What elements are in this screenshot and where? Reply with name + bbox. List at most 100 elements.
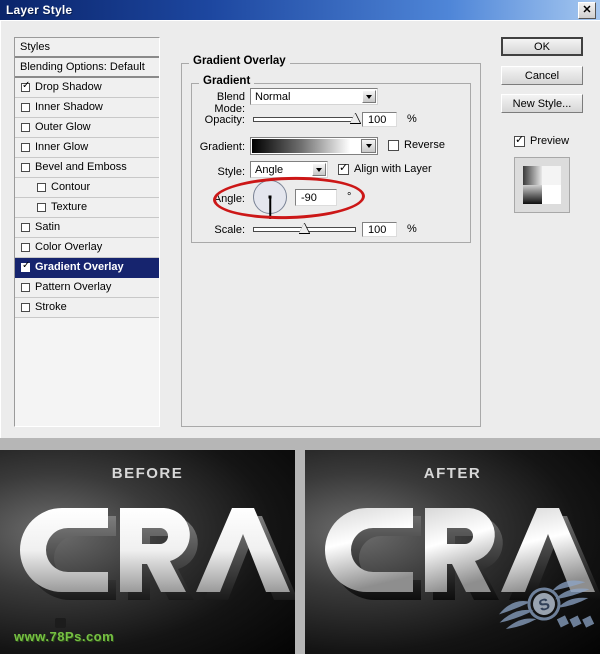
opacity-slider-track [253, 117, 356, 122]
opacity-input[interactable]: 100 [362, 112, 397, 127]
effect-label: Gradient Overlay [35, 261, 124, 273]
effect-checkbox[interactable] [21, 123, 30, 132]
style-label: Style: [217, 166, 245, 178]
effect-checkbox[interactable] [21, 81, 30, 92]
reverse-label: Reverse [404, 139, 445, 151]
site-logo-watermark-icon: S [499, 580, 595, 630]
angle-label-row: Angle: [199, 193, 245, 205]
align-with-layer-checkbox-box[interactable] [338, 162, 349, 175]
sidebar-item-drop-shadow[interactable]: Drop Shadow [15, 78, 159, 98]
ok-button[interactable]: OK [501, 37, 583, 56]
dialog-body: Styles Blending Options: Default Drop Sh… [0, 20, 600, 438]
sidebar-item-blending-options[interactable]: Blending Options: Default [15, 58, 159, 78]
sidebar-item-outer-glow[interactable]: Outer Glow [15, 118, 159, 138]
angle-input[interactable]: -90 [295, 189, 337, 206]
effect-checkbox[interactable] [21, 163, 30, 172]
effect-label: Outer Glow [35, 121, 91, 133]
effect-checkbox[interactable] [21, 243, 30, 252]
effect-checkbox[interactable] [21, 303, 30, 312]
effect-checkbox[interactable] [21, 283, 30, 292]
sidebar-item-gradient-overlay[interactable]: Gradient Overlay [15, 258, 159, 278]
layer-style-window: Layer Style ✕ Styles Blending Options: D… [0, 0, 600, 654]
chevron-down-icon[interactable] [362, 90, 376, 103]
angle-unit: ° [347, 191, 352, 203]
sidebar-item-stroke[interactable]: Stroke [15, 298, 159, 318]
gradient-label-row: Gradient: [199, 141, 245, 153]
sidebar-item-inner-shadow[interactable]: Inner Shadow [15, 98, 159, 118]
angle-dial-needle[interactable] [269, 197, 271, 219]
effect-label: Pattern Overlay [35, 281, 112, 293]
opacity-unit: % [407, 113, 417, 125]
effect-checkbox[interactable] [37, 183, 46, 192]
sidebar-item-texture[interactable]: Texture [15, 198, 159, 218]
align-with-layer-checkbox[interactable]: Align with Layer [338, 162, 432, 175]
gradient-swatch[interactable] [252, 139, 361, 153]
preview-label: Preview [530, 135, 570, 147]
sidebar-item-inner-glow[interactable]: Inner Glow [15, 138, 159, 158]
preview-thumbnail [514, 157, 570, 213]
sidebar-item-color-overlay[interactable]: Color Overlay [15, 238, 159, 258]
blend-mode-select[interactable]: Normal [250, 88, 378, 105]
sidebar-item-satin[interactable]: Satin [15, 218, 159, 238]
effect-label: Contour [51, 181, 91, 193]
effect-label: Satin [35, 221, 61, 233]
before-panel: BEFORE www.78Ps.com [0, 450, 295, 654]
scale-input[interactable]: 100 [362, 222, 397, 237]
styles-list: Styles Blending Options: Default Drop Sh… [14, 37, 160, 427]
reverse-checkbox-box[interactable] [388, 139, 399, 151]
opacity-label-row: Opacity: [199, 114, 245, 126]
style-select[interactable]: Angle [250, 161, 328, 178]
effect-checkbox[interactable] [21, 223, 30, 232]
gradient-chevron-down-icon[interactable] [361, 139, 376, 153]
scale-unit: % [407, 223, 417, 235]
effect-checkbox[interactable] [21, 143, 30, 152]
effect-label: Stroke [35, 301, 67, 313]
styles-header-label: Styles [20, 40, 50, 53]
sidebar-item-bevel-and-emboss[interactable]: Bevel and Emboss [15, 158, 159, 178]
effect-checkbox[interactable] [37, 203, 46, 212]
new-style-button[interactable]: New Style... [501, 94, 583, 113]
before-artwork [20, 508, 295, 600]
style-label-row: Style: [199, 166, 245, 178]
preview-thumbnail-image [523, 166, 561, 204]
angle-dial[interactable] [253, 180, 287, 219]
watermark-text: www.78Ps.com [14, 629, 115, 644]
reverse-checkbox[interactable]: Reverse [388, 139, 445, 151]
effect-label: Drop Shadow [35, 81, 102, 93]
after-caption: AFTER [423, 465, 482, 482]
preview-checkbox[interactable]: Preview [514, 134, 570, 147]
scale-slider[interactable] [253, 223, 356, 235]
style-chevron-down-icon[interactable] [312, 163, 326, 176]
comparison-strip: BEFORE www.78Ps.com AFTER S [0, 438, 600, 654]
scale-label: Scale: [214, 224, 245, 236]
blend-mode-value: Normal [255, 90, 291, 103]
gradient-picker[interactable] [250, 137, 378, 155]
close-icon[interactable]: ✕ [578, 1, 596, 19]
blend-mode-label-row: Blend Mode: [199, 91, 245, 115]
cancel-button[interactable]: Cancel [501, 66, 583, 85]
effect-checkbox[interactable] [21, 103, 30, 112]
opacity-label: Opacity: [204, 114, 245, 126]
effect-label: Inner Glow [35, 141, 89, 153]
sidebar-item-pattern-overlay[interactable]: Pattern Overlay [15, 278, 159, 298]
preview-checkbox-box[interactable] [514, 134, 525, 147]
gradient-overlay-group-title: Gradient Overlay [189, 55, 290, 67]
opacity-slider[interactable] [253, 113, 361, 125]
effect-label: Texture [51, 201, 88, 213]
effect-label: Inner Shadow [35, 101, 103, 113]
effects-host: Drop Shadow Inner Shadow Outer Glow Inner G… [15, 78, 159, 318]
gradient-subgroup-title: Gradient [199, 75, 255, 87]
effect-label: Bevel and Emboss [35, 161, 127, 173]
after-panel: AFTER S [305, 450, 600, 654]
effect-label: Color Overlay [35, 241, 103, 253]
opacity-slider-thumb[interactable] [350, 113, 361, 124]
style-value: Angle [255, 163, 284, 176]
effect-checkbox[interactable] [21, 261, 30, 272]
scale-slider-thumb[interactable] [298, 223, 310, 234]
sidebar-item-contour[interactable]: Contour [15, 178, 159, 198]
window-title: Layer Style [6, 3, 73, 17]
title-bar: Layer Style ✕ [0, 0, 600, 20]
angle-label: Angle: [213, 193, 245, 205]
align-with-layer-label: Align with Layer [354, 163, 432, 175]
styles-list-header[interactable]: Styles [15, 38, 159, 58]
